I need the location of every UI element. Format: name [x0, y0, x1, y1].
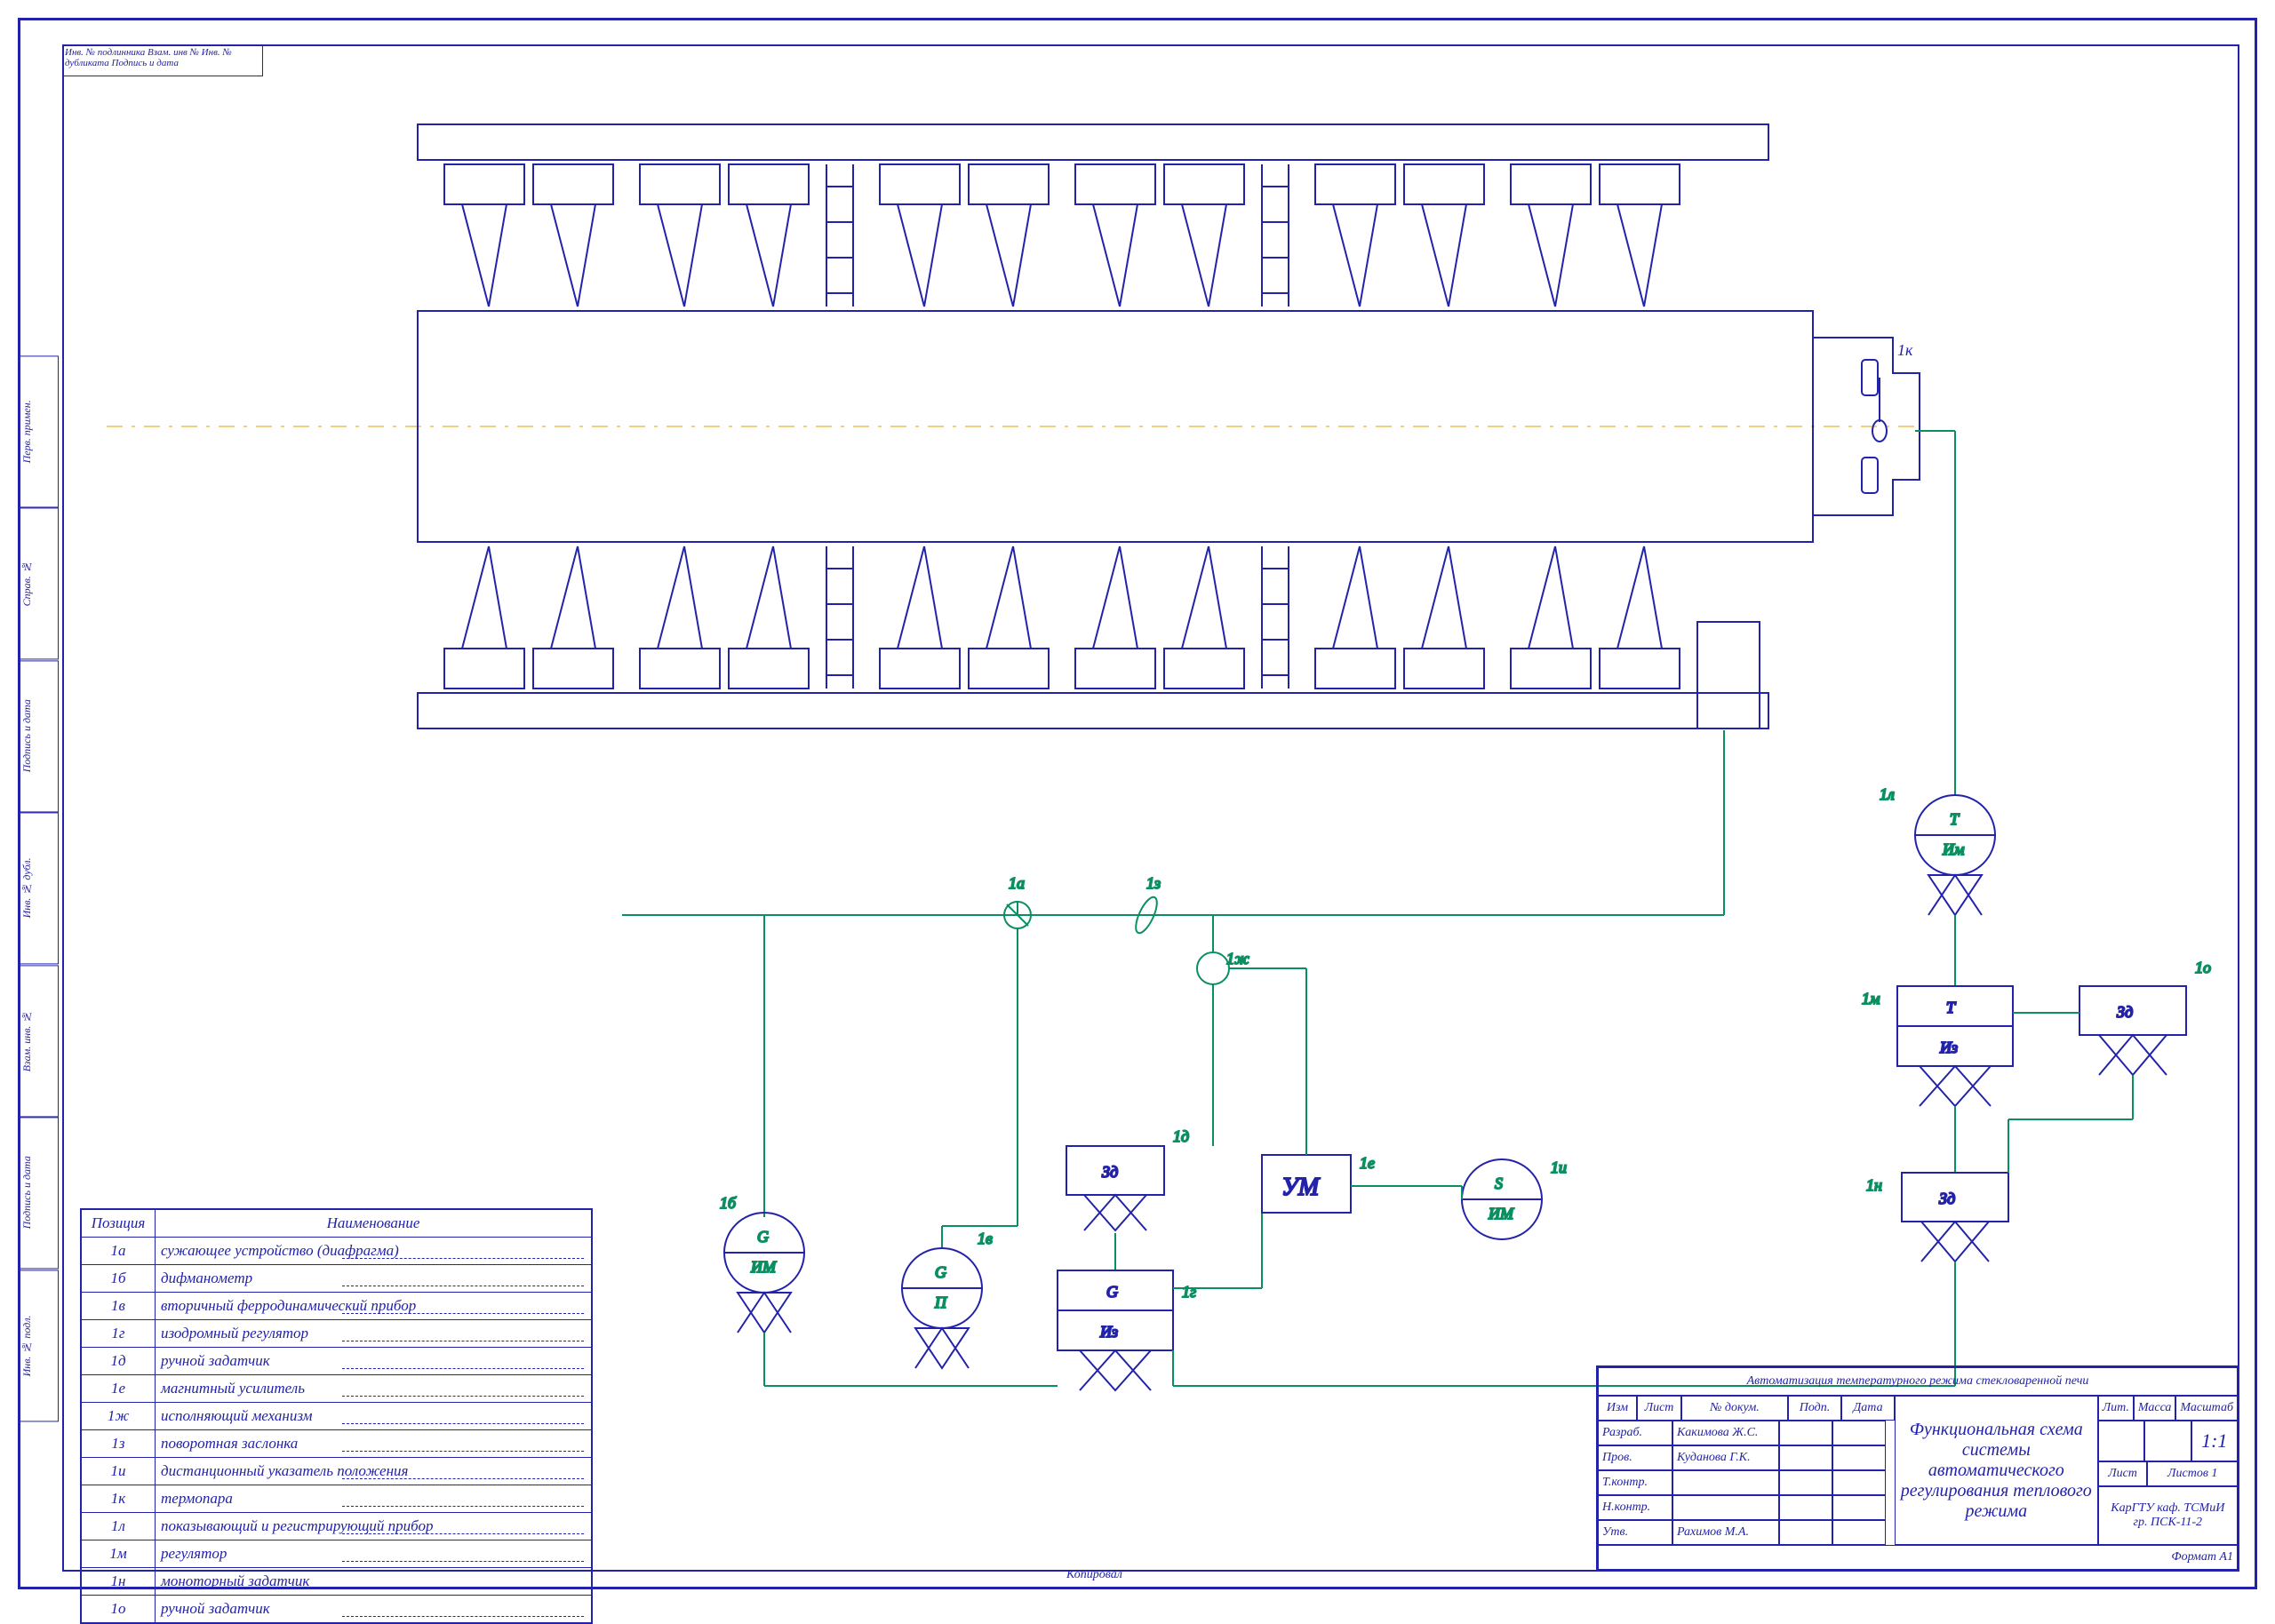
svg-text:Им: Им: [1942, 840, 1965, 858]
tb-h: № докум.: [1681, 1396, 1788, 1421]
legend-header-name: Наименование: [156, 1210, 592, 1238]
legend-name: дистанционный указатель положения: [156, 1458, 592, 1485]
tb-h: Изм: [1598, 1396, 1637, 1421]
legend-pos: 1г: [82, 1320, 156, 1348]
svg-text:G: G: [1106, 1283, 1118, 1301]
svg-text:G: G: [757, 1228, 769, 1246]
svg-text:S: S: [1495, 1174, 1503, 1192]
tb-role: Пров.: [1598, 1445, 1672, 1470]
legend-name: ручной задатчик: [156, 1596, 592, 1623]
legend-name: изодромный регулятор: [156, 1320, 592, 1348]
tb-name: Рахимов М.А.: [1672, 1520, 1779, 1545]
svg-text:1о: 1о: [2195, 959, 2211, 976]
bottom-burners: [418, 546, 1768, 728]
svg-text:1з: 1з: [1146, 874, 1161, 892]
tb-scale-val: 1:1: [2191, 1421, 2238, 1461]
tb-h: Лист: [1637, 1396, 1681, 1421]
svg-text:УМ: УМ: [1281, 1174, 1321, 1201]
legend-pos: 1о: [82, 1596, 156, 1623]
svg-text:ИМ: ИМ: [1488, 1205, 1514, 1222]
svg-text:Из: Из: [1939, 1039, 1958, 1056]
svg-text:1г: 1г: [1182, 1283, 1196, 1301]
legend-pos: 1н: [82, 1568, 156, 1596]
svg-text:1е: 1е: [1360, 1154, 1375, 1172]
legend-pos: 1и: [82, 1458, 156, 1485]
svg-text:T: T: [1950, 810, 1960, 828]
tb-h: Подп.: [1788, 1396, 1841, 1421]
legend-pos: 1к: [82, 1485, 156, 1513]
svg-text:1б: 1б: [720, 1194, 737, 1212]
legend-pos: 1е: [82, 1375, 156, 1403]
tb-name: [1672, 1495, 1779, 1520]
legend-name: дифманометр: [156, 1265, 592, 1293]
legend-name: моноторный задатчик: [156, 1568, 592, 1596]
drawing-sheet: Инв. № подлинника Взам. инв № Инв. № дуб…: [0, 0, 2275, 1607]
legend-pos: 1л: [82, 1513, 156, 1540]
tb-role: Разраб.: [1598, 1421, 1672, 1445]
label-1k: 1к: [1897, 341, 1913, 359]
piping: 1а 1з G ИМ 1б G П: [622, 431, 2211, 1390]
legend-pos: 1а: [82, 1238, 156, 1265]
tb-role: Н.контр.: [1598, 1495, 1672, 1520]
svg-text:Зд: Зд: [2117, 1003, 2133, 1021]
legend-name: регулятор: [156, 1540, 592, 1568]
legend-pos: 1б: [82, 1265, 156, 1293]
tb-scale: Масштаб: [2175, 1396, 2238, 1421]
tb-subtitle: Функциональная схема системы автоматичес…: [1895, 1396, 2098, 1545]
svg-text:Зд: Зд: [1102, 1163, 1118, 1181]
svg-text:П: П: [934, 1294, 947, 1311]
legend-pos: 1ж: [82, 1403, 156, 1430]
legend-name: вторичный ферродинамический прибор: [156, 1293, 592, 1320]
legend-pos: 1д: [82, 1348, 156, 1375]
footer-kopiroval: Копировал: [1066, 1568, 1122, 1582]
legend-name: показывающий и регистрирующий прибор: [156, 1513, 592, 1540]
legend-header-pos: Позиция: [82, 1210, 156, 1238]
svg-text:ИМ: ИМ: [750, 1258, 777, 1276]
tb-massa: Масса: [2134, 1396, 2176, 1421]
svg-text:1и: 1и: [1551, 1158, 1567, 1176]
tb-name: Какимова Ж.С.: [1672, 1421, 1779, 1445]
tb-h: Дата: [1841, 1396, 1895, 1421]
title-block: Автоматизация температурного режима стек…: [1596, 1365, 2239, 1572]
legend-pos: 1м: [82, 1540, 156, 1568]
legend-pos: 1з: [82, 1430, 156, 1458]
svg-text:1н: 1н: [1866, 1176, 1882, 1194]
svg-text:1д: 1д: [1173, 1127, 1189, 1145]
thermocouple-icon: [1872, 378, 1887, 442]
svg-text:T: T: [1946, 999, 1957, 1016]
tb-role: Т.контр.: [1598, 1470, 1672, 1495]
svg-text:1в: 1в: [978, 1230, 993, 1247]
tb-sheet: Лист: [2098, 1461, 2148, 1486]
svg-text:1л: 1л: [1880, 785, 1895, 803]
legend-name: исполняющий механизм: [156, 1403, 592, 1430]
svg-text:1а: 1а: [1009, 874, 1025, 892]
svg-text:G: G: [935, 1263, 946, 1281]
tb-org: КарГТУ каф. ТСМиИ гр. ПСК-11-2: [2098, 1486, 2238, 1545]
tb-format: Формат A1: [1598, 1545, 2238, 1570]
svg-text:1м: 1м: [1862, 990, 1880, 1007]
tb-top-title: Автоматизация температурного режима стек…: [1598, 1367, 2238, 1396]
legend-name: поворотная заслонка: [156, 1430, 592, 1458]
tb-role: Утв.: [1598, 1520, 1672, 1545]
legend-name: термопара: [156, 1485, 592, 1513]
legend-name: сужающее устройство (диафрагма): [156, 1238, 592, 1265]
svg-text:1ж: 1ж: [1226, 950, 1249, 967]
tb-name: Куданова Г.К.: [1672, 1445, 1779, 1470]
legend-name: магнитный усилитель: [156, 1375, 592, 1403]
legend-name: ручной задатчик: [156, 1348, 592, 1375]
legend-pos: 1в: [82, 1293, 156, 1320]
tb-name: [1672, 1470, 1779, 1495]
top-burners: [418, 124, 1768, 306]
tb-lit: Лит.: [2098, 1396, 2134, 1421]
svg-text:Зд: Зд: [1939, 1190, 1955, 1207]
legend-table: Позиция Наименование 1асужающее устройст…: [80, 1208, 593, 1624]
svg-text:Из: Из: [1099, 1323, 1118, 1341]
